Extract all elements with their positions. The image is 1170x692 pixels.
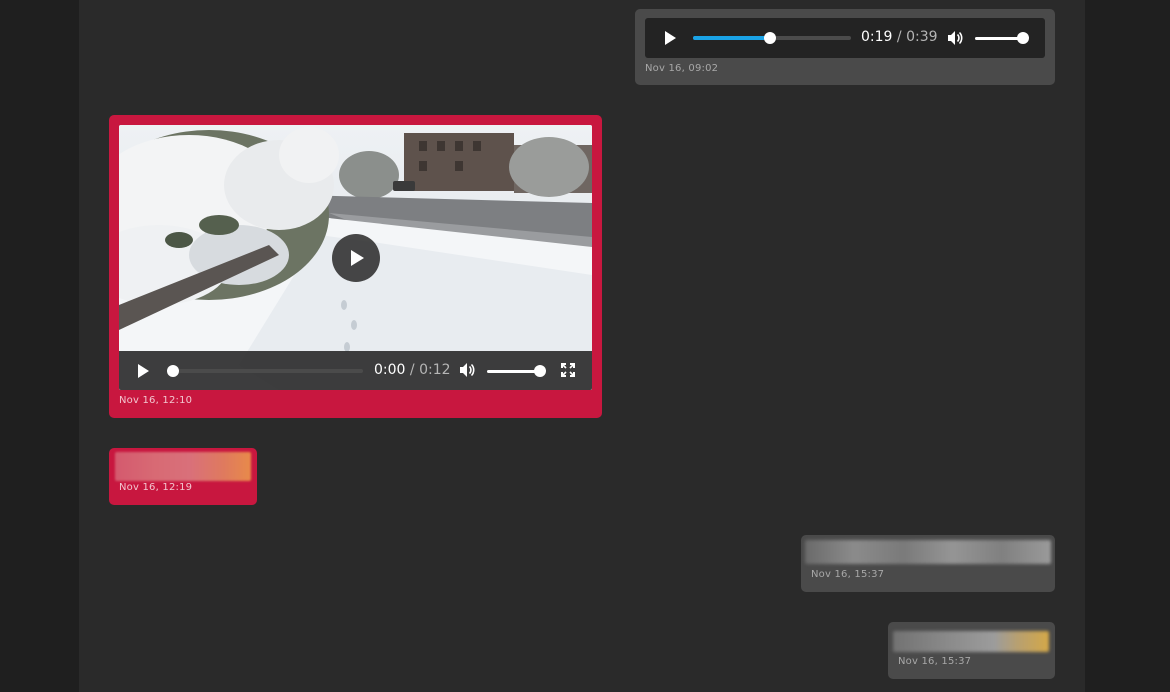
blurred-preview[interactable] xyxy=(805,540,1051,564)
video-volume-slider[interactable] xyxy=(487,370,539,373)
message-timestamp: Nov 16, 12:19 xyxy=(119,482,193,493)
audio-seek-fill xyxy=(693,36,770,40)
message-timestamp: Nov 16, 15:37 xyxy=(898,656,972,667)
fullscreen-icon[interactable] xyxy=(561,363,575,377)
message-timestamp: Nov 16, 12:10 xyxy=(119,395,193,406)
audio-time-separator: / xyxy=(896,29,902,45)
video-controls: 0:00 / 0:12 xyxy=(119,351,592,390)
volume-icon[interactable] xyxy=(946,30,964,46)
audio-duration: 0:39 xyxy=(906,29,938,45)
video-message-bubble: 0:00 / 0:12 Nov 16, 12:10 xyxy=(109,115,602,418)
message-timestamp: Nov 16, 09:02 xyxy=(645,63,719,74)
volume-icon[interactable] xyxy=(458,362,476,378)
video-duration: 0:12 xyxy=(419,362,451,378)
blurred-message-bubble: Nov 16, 15:37 xyxy=(888,622,1055,679)
audio-seek-thumb[interactable] xyxy=(764,32,776,44)
video-seek-thumb[interactable] xyxy=(167,365,179,377)
video-current-time: 0:00 xyxy=(374,362,406,378)
audio-player: 0:19 / 0:39 xyxy=(645,18,1045,58)
video-time-display: 0:00 / 0:12 xyxy=(374,362,451,378)
audio-time-display: 0:19 / 0:39 xyxy=(861,29,938,45)
video-player[interactable]: 0:00 / 0:12 xyxy=(119,125,592,390)
play-icon[interactable] xyxy=(665,31,676,45)
video-seek-bar[interactable] xyxy=(168,369,363,373)
video-volume-thumb[interactable] xyxy=(534,365,546,377)
play-icon[interactable] xyxy=(138,364,149,378)
blurred-message-bubble: Nov 16, 12:19 xyxy=(109,448,257,505)
message-timestamp: Nov 16, 15:37 xyxy=(811,569,885,580)
big-play-icon[interactable] xyxy=(332,234,380,282)
video-time-separator: / xyxy=(409,362,415,378)
blurred-preview[interactable] xyxy=(893,631,1049,652)
audio-volume-thumb[interactable] xyxy=(1017,32,1029,44)
audio-current-time: 0:19 xyxy=(861,29,893,45)
audio-message-bubble: 0:19 / 0:39 Nov 16, 09:02 xyxy=(635,9,1055,85)
blurred-message-bubble: Nov 16, 15:37 xyxy=(801,535,1055,592)
blurred-preview[interactable] xyxy=(115,452,251,481)
